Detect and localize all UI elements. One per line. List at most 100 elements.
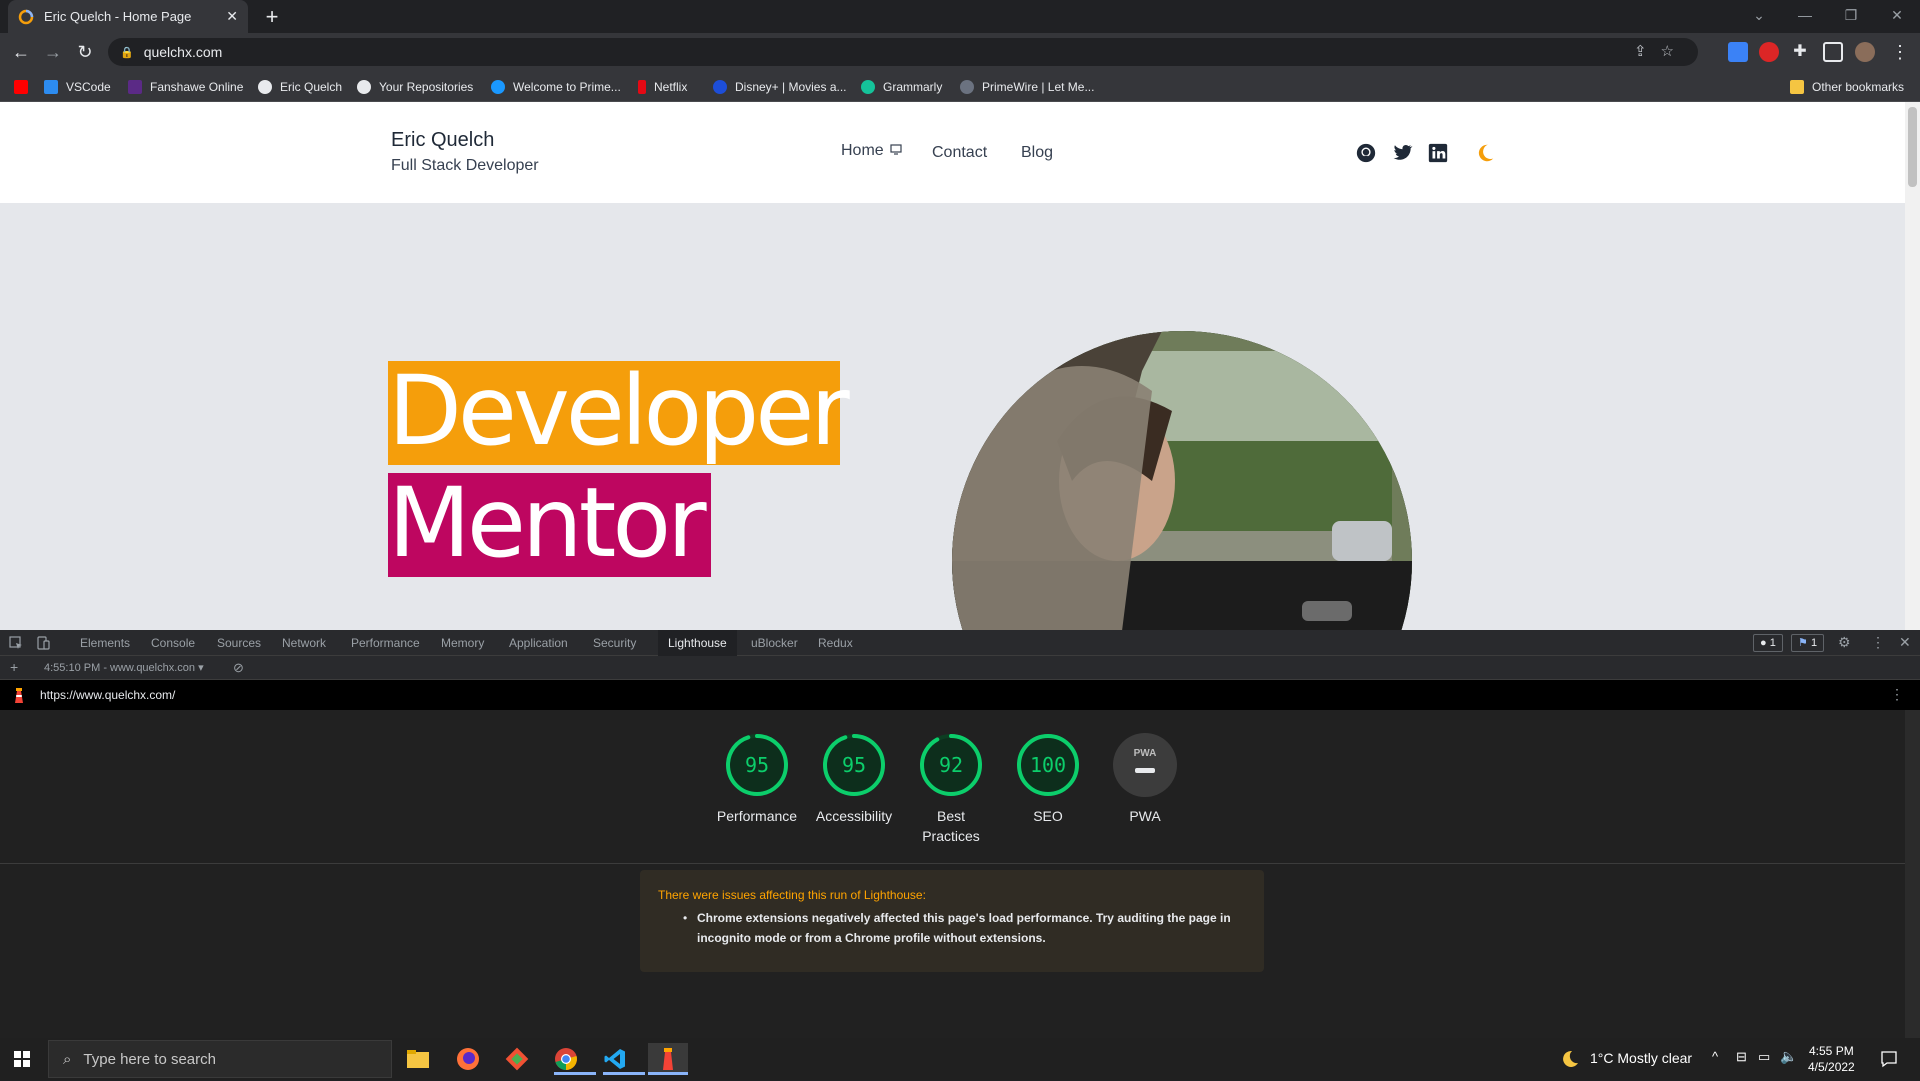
score-gauge-best-practices[interactable]: 92 Best Practices xyxy=(901,732,1001,846)
address-bar[interactable]: 🔒 quelchx.com ⇪☆ xyxy=(108,38,1698,66)
forward-icon[interactable]: → xyxy=(40,39,66,65)
active-app-icon[interactable] xyxy=(648,1043,688,1075)
notification-center-icon[interactable] xyxy=(1880,1050,1898,1068)
score-gauge-performance[interactable]: 95 Performance xyxy=(707,732,807,826)
report-selector[interactable]: 4:55:10 PM - www.quelchx.con ▾ xyxy=(44,661,204,674)
pwa-badge-icon: PWA xyxy=(1133,748,1157,759)
devtools-tab-performance[interactable]: Performance xyxy=(351,630,420,656)
report-scrollbar[interactable] xyxy=(1905,710,1920,1038)
bookmark-vscode[interactable]: VSCode xyxy=(44,77,111,97)
score-value: 95 xyxy=(841,753,867,777)
devtools-close-icon[interactable]: ✕ xyxy=(1899,634,1911,651)
devtools-menu-icon[interactable]: ⋮ xyxy=(1871,634,1885,651)
new-report-icon[interactable]: + xyxy=(10,659,18,675)
score-gauge-seo[interactable]: 100 SEO xyxy=(998,732,1098,826)
vscode-running-indicator xyxy=(603,1072,645,1075)
bookmark-disney[interactable]: Disney+ | Movies a... xyxy=(713,77,847,97)
bookmark-prime[interactable]: Welcome to Prime... xyxy=(491,77,621,97)
devtools-tab-security[interactable]: Security xyxy=(593,630,636,656)
devtools-tab-memory[interactable]: Memory xyxy=(441,630,484,656)
reload-icon[interactable]: ↻ xyxy=(72,39,98,65)
bookmark-netflix[interactable]: Netflix xyxy=(638,77,687,97)
back-icon[interactable]: ← xyxy=(8,39,34,65)
bookmark-youtube[interactable] xyxy=(14,77,36,97)
nav-home[interactable]: Home xyxy=(841,142,902,160)
lighthouse-report-url[interactable]: https://www.quelchx.com/ xyxy=(40,688,175,702)
extension-icon[interactable] xyxy=(1728,42,1748,62)
score-ring: 100 xyxy=(1015,732,1081,798)
close-window-button[interactable]: ✕ xyxy=(1874,0,1920,33)
message-flag-icon: ⚑ xyxy=(1798,637,1808,649)
address-text: quelchx.com xyxy=(143,44,223,60)
bookmarks-bar: VSCode Fanshawe Online Eric Quelch Your … xyxy=(0,71,1920,102)
issues-badge[interactable]: ● 1 xyxy=(1753,634,1783,652)
tab-close-icon[interactable]: ✕ xyxy=(226,8,238,25)
taskbar-clock[interactable]: 4:55 PM 4/5/2022 xyxy=(1808,1043,1855,1075)
messages-badge[interactable]: ⚑ 1 xyxy=(1791,634,1825,652)
nav-blog[interactable]: Blog xyxy=(1021,144,1053,162)
bookmark-fanshawe[interactable]: Fanshawe Online xyxy=(128,77,243,97)
new-tab-button[interactable]: + xyxy=(258,3,286,31)
bookmark-primewire[interactable]: PrimeWire | Let Me... xyxy=(960,77,1094,97)
devtools-tab-lighthouse[interactable]: Lighthouse xyxy=(658,630,737,656)
devtools-tab-sources[interactable]: Sources xyxy=(217,630,261,656)
fanshawe-icon xyxy=(128,80,142,94)
share-icon[interactable]: ⇪ xyxy=(1634,43,1661,60)
score-gauge-pwa[interactable]: PWA PWA xyxy=(1095,732,1195,826)
github-icon[interactable] xyxy=(1355,142,1377,164)
volume-icon[interactable]: 🔈 xyxy=(1780,1048,1797,1065)
devtools-tab-ublocker[interactable]: uBlocker xyxy=(751,630,798,656)
firefox-icon[interactable] xyxy=(452,1043,484,1075)
side-panel-icon[interactable] xyxy=(1823,42,1843,62)
minimize-button[interactable]: — xyxy=(1782,0,1828,33)
primewire-icon xyxy=(960,80,974,94)
device-toggle-icon[interactable] xyxy=(36,636,50,650)
page-viewport: Eric Quelch Full Stack Developer Home Co… xyxy=(0,102,1920,630)
tray-devices-icon[interactable]: ⊟ xyxy=(1736,1049,1747,1065)
windows-start-icon[interactable] xyxy=(14,1051,30,1067)
tab-search-icon[interactable]: ⌄ xyxy=(1736,0,1782,33)
tray-chevron-icon[interactable]: ^ xyxy=(1712,1049,1718,1064)
profile-avatar[interactable] xyxy=(1855,42,1875,62)
network-icon[interactable]: ▭ xyxy=(1758,1049,1770,1065)
browser-tab[interactable]: Eric Quelch - Home Page ✕ xyxy=(8,0,248,33)
devtools-settings-icon[interactable]: ⚙ xyxy=(1838,634,1851,651)
devtools-tab-console[interactable]: Console xyxy=(151,630,195,656)
lighthouse-logo-icon xyxy=(15,688,23,703)
grammarly-icon xyxy=(861,80,875,94)
nav-contact[interactable]: Contact xyxy=(932,144,987,162)
score-gauge-accessibility[interactable]: 95 Accessibility xyxy=(804,732,904,826)
devtools-panel: Elements Console Sources Network Perform… xyxy=(0,630,1920,1038)
report-menu-icon[interactable]: ⋮ xyxy=(1890,686,1904,703)
devtools-tab-elements[interactable]: Elements xyxy=(80,630,130,656)
score-label: Best Practices xyxy=(922,808,980,844)
extensions-puzzle-icon[interactable]: ✚ xyxy=(1787,39,1813,65)
dark-mode-moon-icon[interactable] xyxy=(1474,142,1496,164)
devtools-tab-redux[interactable]: Redux xyxy=(818,630,853,656)
vscode-taskbar-icon[interactable] xyxy=(599,1043,645,1075)
bookmark-eric-quelch[interactable]: Eric Quelch xyxy=(258,77,342,97)
file-explorer-icon[interactable] xyxy=(402,1043,434,1075)
twitter-icon[interactable] xyxy=(1391,142,1413,164)
taskbar-search[interactable]: ⌕ Type here to search xyxy=(48,1040,392,1078)
weather-text[interactable]: 1°C Mostly clear xyxy=(1590,1050,1692,1066)
bookmark-grammarly[interactable]: Grammarly xyxy=(861,77,942,97)
run-warning-title: There were issues affecting this run of … xyxy=(658,888,926,902)
netflix-icon xyxy=(638,80,646,94)
ublock-extension-icon[interactable] xyxy=(1759,42,1779,62)
brand-name[interactable]: Eric Quelch xyxy=(391,129,494,152)
score-label: SEO xyxy=(1033,808,1063,824)
other-bookmarks[interactable]: Other bookmarks xyxy=(1790,77,1904,97)
page-scrollbar-thumb[interactable] xyxy=(1908,107,1917,187)
menu-kebab-icon[interactable]: ⋮ xyxy=(1887,39,1913,65)
linkedin-icon[interactable] xyxy=(1427,142,1449,164)
clear-reports-icon[interactable]: ⊘ xyxy=(233,660,244,676)
inspect-element-icon[interactable] xyxy=(9,636,23,650)
devtools-tab-network[interactable]: Network xyxy=(282,630,326,656)
restore-button[interactable]: ❐ xyxy=(1828,0,1874,33)
git-app-icon[interactable] xyxy=(501,1043,533,1075)
chrome-icon[interactable] xyxy=(550,1043,596,1075)
bookmark-star-icon[interactable]: ☆ xyxy=(1661,43,1688,60)
bookmark-repositories[interactable]: Your Repositories xyxy=(357,77,473,97)
devtools-tab-application[interactable]: Application xyxy=(509,630,568,656)
